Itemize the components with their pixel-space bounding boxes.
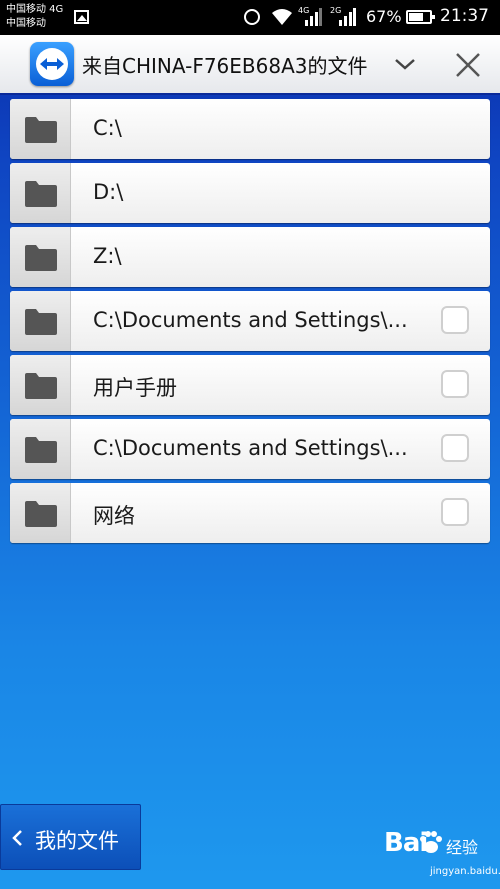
baidu-watermark: Bai 经验 jingyan.baidu.com [384, 826, 500, 886]
gallery-icon [74, 10, 89, 24]
file-label: Z:\ [93, 244, 122, 268]
file-checkbox[interactable] [441, 306, 469, 334]
file-label: C:\Documents and Settings\... [93, 308, 408, 332]
file-list: C:\ D:\ Z:\ C:\Documents and Settings\..… [10, 99, 490, 547]
status-bar: 中国移动 4G 中国移动 4G 2G 67% 21:37 [0, 0, 500, 35]
file-label: 网络 [93, 504, 135, 528]
file-row[interactable]: 网络 [10, 483, 490, 543]
signal-strength-icon [305, 8, 322, 26]
file-row[interactable]: D:\ [10, 163, 490, 223]
folder-icon [25, 309, 57, 335]
watermark-url: jingyan.baidu.com [430, 866, 500, 877]
clock: 21:37 [440, 6, 489, 26]
file-label: 用户手册 [93, 376, 177, 400]
file-row[interactable]: C:\Documents and Settings\... [10, 419, 490, 479]
file-row[interactable]: Z:\ [10, 227, 490, 287]
file-checkbox[interactable] [441, 498, 469, 526]
folder-icon [25, 373, 57, 399]
carrier-primary: 中国移动 4G [6, 4, 64, 15]
file-label: C:\ [93, 116, 122, 140]
battery-percent: 67% [366, 7, 402, 26]
file-row[interactable]: C:\ [10, 99, 490, 159]
folder-icon [25, 501, 57, 527]
file-label: D:\ [93, 180, 124, 204]
file-row[interactable]: C:\Documents and Settings\... [10, 291, 490, 351]
chevron-left-icon [12, 830, 22, 846]
my-files-back-button[interactable]: 我的文件 [0, 804, 141, 870]
paw-icon [420, 831, 442, 853]
folder-icon [25, 245, 57, 271]
app-header: 来自CHINA-F76EB68A3的文件 [0, 35, 500, 95]
chevron-down-icon[interactable] [394, 57, 416, 71]
close-icon[interactable] [454, 51, 482, 79]
folder-icon [25, 117, 57, 143]
back-button-label: 我的文件 [35, 829, 119, 853]
file-label: C:\Documents and Settings\... [93, 436, 408, 460]
wifi-icon [272, 9, 292, 25]
folder-icon [25, 181, 57, 207]
watermark-suffix: 经验 [446, 838, 479, 857]
page-title: 来自CHINA-F76EB68A3的文件 [82, 54, 368, 78]
carrier-secondary: 中国移动 [6, 18, 46, 29]
battery-icon [406, 10, 435, 24]
file-checkbox[interactable] [441, 370, 469, 398]
signal-strength-icon [339, 8, 356, 26]
teamviewer-logo-icon [30, 42, 74, 86]
file-row[interactable]: 用户手册 [10, 355, 490, 415]
file-checkbox[interactable] [441, 434, 469, 462]
folder-icon [25, 437, 57, 463]
alarm-icon [244, 9, 260, 25]
